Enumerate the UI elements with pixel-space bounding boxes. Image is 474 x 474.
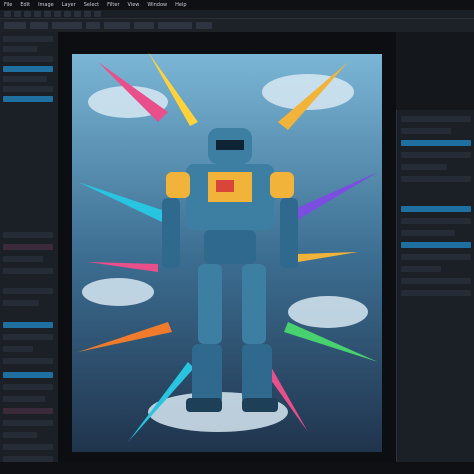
panel-row[interactable]: [3, 346, 33, 352]
option-field[interactable]: [52, 22, 82, 29]
panel-row[interactable]: [3, 46, 37, 52]
panel-row[interactable]: [3, 36, 53, 42]
panel-row[interactable]: [401, 152, 471, 158]
menu-select[interactable]: Select: [80, 2, 103, 8]
panel-row[interactable]: [401, 278, 471, 284]
panel-row-selected[interactable]: [3, 66, 53, 72]
menu-filter[interactable]: Filter: [103, 2, 123, 8]
panel-row[interactable]: [401, 254, 471, 260]
panel-row[interactable]: [3, 384, 53, 390]
panel-row[interactable]: [401, 116, 471, 122]
panel-row[interactable]: [401, 128, 451, 134]
artwork-canvas[interactable]: [58, 32, 396, 462]
panel-row[interactable]: [3, 268, 53, 274]
menu-edit[interactable]: Edit: [16, 2, 34, 8]
toolbar-button[interactable]: [44, 11, 51, 17]
option-field[interactable]: [30, 22, 48, 29]
option-field[interactable]: [4, 22, 26, 29]
left-panel: [0, 32, 59, 474]
right-panel: [396, 110, 474, 474]
menu-view[interactable]: View: [124, 2, 144, 8]
toolbar-button[interactable]: [54, 11, 61, 17]
panel-row-selected[interactable]: [401, 242, 471, 248]
toolbar-button[interactable]: [14, 11, 21, 17]
panel-row[interactable]: [3, 408, 53, 414]
toolbar-button[interactable]: [84, 11, 91, 17]
option-field[interactable]: [158, 22, 192, 29]
toolbar-button[interactable]: [74, 11, 81, 17]
panel-row[interactable]: [401, 266, 441, 272]
panel-row[interactable]: [3, 232, 53, 238]
panel-row[interactable]: [3, 300, 39, 306]
panel-row-selected[interactable]: [401, 206, 471, 212]
option-field[interactable]: [86, 22, 100, 29]
panel-row-selected[interactable]: [401, 140, 471, 146]
option-field[interactable]: [196, 22, 212, 29]
panel-row[interactable]: [401, 230, 455, 236]
menu-image[interactable]: Image: [34, 2, 58, 8]
panel-row[interactable]: [401, 176, 471, 182]
panel-row-selected[interactable]: [3, 372, 53, 378]
panel-row[interactable]: [401, 290, 471, 296]
toolbar-button[interactable]: [94, 11, 101, 17]
panel-row[interactable]: [3, 334, 53, 340]
panel-row[interactable]: [3, 244, 53, 250]
menu-bar: File Edit Image Layer Select Filter View…: [0, 0, 474, 10]
menu-file[interactable]: File: [0, 2, 16, 8]
menu-layer[interactable]: Layer: [58, 2, 80, 8]
panel-row[interactable]: [3, 256, 43, 262]
panel-row-selected[interactable]: [3, 322, 53, 328]
panel-row[interactable]: [3, 432, 37, 438]
options-bar: [0, 19, 474, 32]
panel-row[interactable]: [3, 420, 53, 426]
panel-row[interactable]: [3, 86, 53, 92]
option-field[interactable]: [104, 22, 130, 29]
toolbar: [0, 10, 474, 19]
toolbar-button[interactable]: [24, 11, 31, 17]
menu-help[interactable]: Help: [171, 2, 190, 8]
menu-window[interactable]: Window: [143, 2, 171, 8]
toolbar-button[interactable]: [4, 11, 11, 17]
panel-row[interactable]: [3, 444, 53, 450]
panel-row[interactable]: [3, 358, 53, 364]
canvas-area[interactable]: [58, 32, 396, 462]
panel-row[interactable]: [3, 288, 53, 294]
status-bar: [0, 462, 474, 474]
panel-row-selected[interactable]: [3, 96, 53, 102]
panel-row[interactable]: [401, 164, 447, 170]
panel-row[interactable]: [3, 76, 47, 82]
panel-row[interactable]: [3, 56, 53, 62]
panel-row[interactable]: [401, 218, 471, 224]
toolbar-button[interactable]: [64, 11, 71, 17]
toolbar-button[interactable]: [34, 11, 41, 17]
option-field[interactable]: [134, 22, 154, 29]
panel-row[interactable]: [3, 396, 45, 402]
